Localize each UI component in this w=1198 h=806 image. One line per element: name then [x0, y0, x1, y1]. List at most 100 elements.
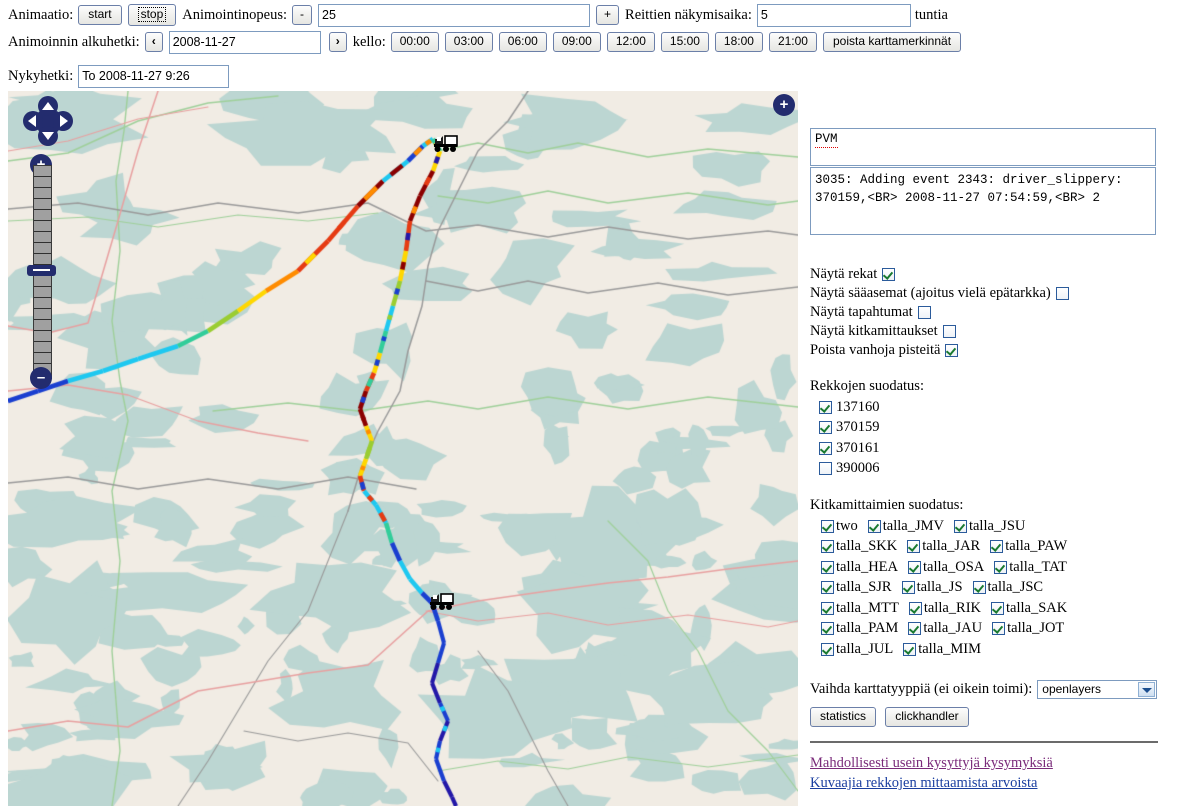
talla-filter-item[interactable]: talla_SAK — [989, 600, 1067, 617]
layer-switcher-button[interactable]: + — [773, 94, 795, 116]
talla-mtt-checkbox[interactable] — [821, 601, 834, 615]
speed-decrease-button[interactable]: - — [292, 4, 313, 26]
talla-jau-checkbox[interactable] — [908, 622, 922, 636]
truck-filter-item[interactable]: 370161 — [819, 438, 1190, 459]
talla-jul-checkbox[interactable] — [821, 642, 834, 656]
talla-filter-item[interactable]: talla_JAR — [905, 538, 980, 555]
talla-paw-checkbox[interactable] — [990, 540, 1004, 554]
charts-link[interactable]: Kuvaajia rekkojen mittaamista arvoista — [810, 773, 1190, 793]
talla-filter-item[interactable]: talla_JS — [900, 579, 963, 596]
truck-filter-item[interactable]: 370159 — [819, 418, 1190, 439]
talla-filter-item[interactable]: talla_OSA — [906, 559, 984, 576]
show-events-checkbox[interactable] — [917, 306, 931, 319]
clickhandler-button[interactable]: clickhandler — [885, 706, 969, 728]
clock-button-1200[interactable]: 12:00 — [606, 31, 655, 53]
pan-right-button[interactable] — [53, 111, 73, 131]
pan-control[interactable] — [22, 95, 74, 147]
zoom-out-button[interactable]: – — [30, 367, 52, 389]
clock-button-0300[interactable]: 03:00 — [444, 31, 493, 53]
animation-speed-input[interactable] — [318, 3, 591, 27]
talla-filter-item[interactable]: talla_JUL — [819, 641, 893, 658]
event-log-textarea[interactable]: 3035: Adding event 2343: driver_slippery… — [810, 167, 1156, 235]
talla-filter-item[interactable]: talla_JSC — [971, 579, 1043, 596]
talla-sak-checkbox[interactable] — [991, 601, 1005, 615]
talla-pam-checkbox[interactable] — [821, 622, 834, 636]
talla-filter-item[interactable]: talla_JAU — [906, 620, 982, 637]
toggle-remove-old-points[interactable]: Poista vanhoja pisteitä — [810, 341, 1190, 360]
talla-jmv-checkbox[interactable] — [867, 519, 881, 533]
show-friction-measurements-checkbox[interactable] — [942, 325, 956, 338]
truck-370159-checkbox[interactable] — [819, 421, 832, 435]
talla-osa-checkbox[interactable] — [908, 560, 922, 574]
truck-390006-checkbox[interactable] — [819, 462, 832, 476]
talla-jot-checkbox[interactable] — [992, 622, 1006, 636]
maptype-select[interactable]: openlayers — [1037, 679, 1158, 699]
talla-filter-item[interactable]: talla_RIK — [907, 600, 981, 617]
pvm-value: PVM — [815, 132, 838, 148]
truck-filter-item[interactable]: 137160 — [819, 397, 1190, 418]
map-viewport[interactable]: + – + — [8, 91, 798, 806]
talla-jsu-checkbox[interactable] — [953, 519, 967, 533]
toggle-show-trucks[interactable]: Näytä rekat — [810, 265, 1190, 284]
divider — [810, 741, 1158, 744]
map-tiles[interactable] — [8, 91, 798, 806]
statistics-button[interactable]: statistics — [810, 706, 877, 728]
toggle-show-events[interactable]: Näytä tapahtumat — [810, 303, 1190, 322]
truck-filter-item[interactable]: 390006 — [819, 459, 1190, 480]
talla-sjr-checkbox[interactable] — [821, 581, 834, 595]
talla-filter-item[interactable]: talla_PAM — [819, 620, 898, 637]
animation-date-input[interactable] — [168, 30, 321, 54]
remove-old-points-checkbox[interactable] — [945, 344, 959, 357]
talla-jsc-checkbox[interactable] — [972, 581, 986, 595]
talla-filter-item[interactable]: talla_JMV — [866, 518, 944, 535]
show-trucks-checkbox[interactable] — [882, 268, 896, 281]
stop-button[interactable]: stop — [127, 3, 177, 27]
clock-button-2100[interactable]: 21:00 — [768, 31, 817, 53]
pvm-textarea[interactable]: PVM — [810, 128, 1156, 166]
talla-filter-item[interactable]: talla_TAT — [992, 559, 1067, 576]
talla-filter-item[interactable]: talla_PAW — [988, 538, 1067, 555]
talla-filter-item[interactable]: talla_MIM — [901, 641, 981, 658]
start-button[interactable]: start — [78, 4, 122, 26]
talla-filter-item[interactable]: talla_JOT — [990, 620, 1064, 637]
clock-button-1500[interactable]: 15:00 — [660, 31, 709, 53]
talla-filter-item[interactable]: talla_SKK — [819, 538, 897, 555]
clock-button-0000[interactable]: 00:00 — [390, 31, 439, 53]
truck-370161-checkbox[interactable] — [819, 441, 832, 455]
toggle-show-friction-measurements[interactable]: Näytä kitkamittaukset — [810, 322, 1190, 341]
talla-filter-item[interactable]: talla_HEA — [819, 559, 898, 576]
talla-skk-checkbox[interactable] — [821, 540, 834, 554]
talla-mim-checkbox[interactable] — [903, 642, 917, 656]
talla-filter-item[interactable]: talla_JSU — [952, 518, 1025, 535]
clear-map-markers-button[interactable]: poista karttamerkinnät — [822, 31, 962, 53]
talla-filter-item[interactable]: talla_SJR — [819, 579, 892, 596]
truck-137160-checkbox[interactable] — [819, 400, 832, 414]
talla-tat-checkbox[interactable] — [994, 560, 1008, 574]
zoom-slider-thumb[interactable] — [27, 265, 56, 276]
talla-filter-item[interactable]: talla_MTT — [819, 600, 899, 617]
toolbar-row-date: Animoinnin alkuhetki: ‹ › kello: 00:00 0… — [0, 29, 1198, 55]
route-visible-time-input[interactable] — [756, 3, 911, 27]
clock-button-0900[interactable]: 09:00 — [552, 31, 601, 53]
pan-left-button[interactable] — [23, 111, 43, 131]
chevron-down-icon[interactable] — [1138, 681, 1156, 697]
talla-hea-checkbox[interactable] — [821, 560, 834, 574]
pan-down-button[interactable] — [38, 126, 58, 146]
talla-jar-checkbox[interactable] — [907, 540, 921, 554]
two-checkbox[interactable] — [821, 519, 834, 533]
show-weather-stations-checkbox[interactable] — [1055, 287, 1069, 300]
talla-js-checkbox[interactable] — [901, 581, 915, 595]
truck-icon[interactable] — [428, 591, 455, 611]
faq-link[interactable]: Mahdollisesti usein kysyttyjä kysymyksiä — [810, 753, 1190, 773]
pan-zoom-bar[interactable]: + – — [22, 95, 76, 395]
talla-filter-item[interactable]: two — [819, 518, 858, 535]
date-next-button[interactable]: › — [328, 31, 347, 53]
current-time-input[interactable] — [78, 64, 230, 88]
talla-rik-checkbox[interactable] — [908, 601, 922, 615]
date-prev-button[interactable]: ‹ — [144, 31, 163, 53]
truck-icon[interactable] — [432, 133, 459, 153]
speed-increase-button[interactable]: + — [596, 4, 620, 26]
toggle-show-weather-stations[interactable]: Näytä sääasemat (ajoitus vielä epätarkka… — [810, 284, 1190, 303]
clock-button-0600[interactable]: 06:00 — [498, 31, 547, 53]
clock-button-1800[interactable]: 18:00 — [714, 31, 763, 53]
